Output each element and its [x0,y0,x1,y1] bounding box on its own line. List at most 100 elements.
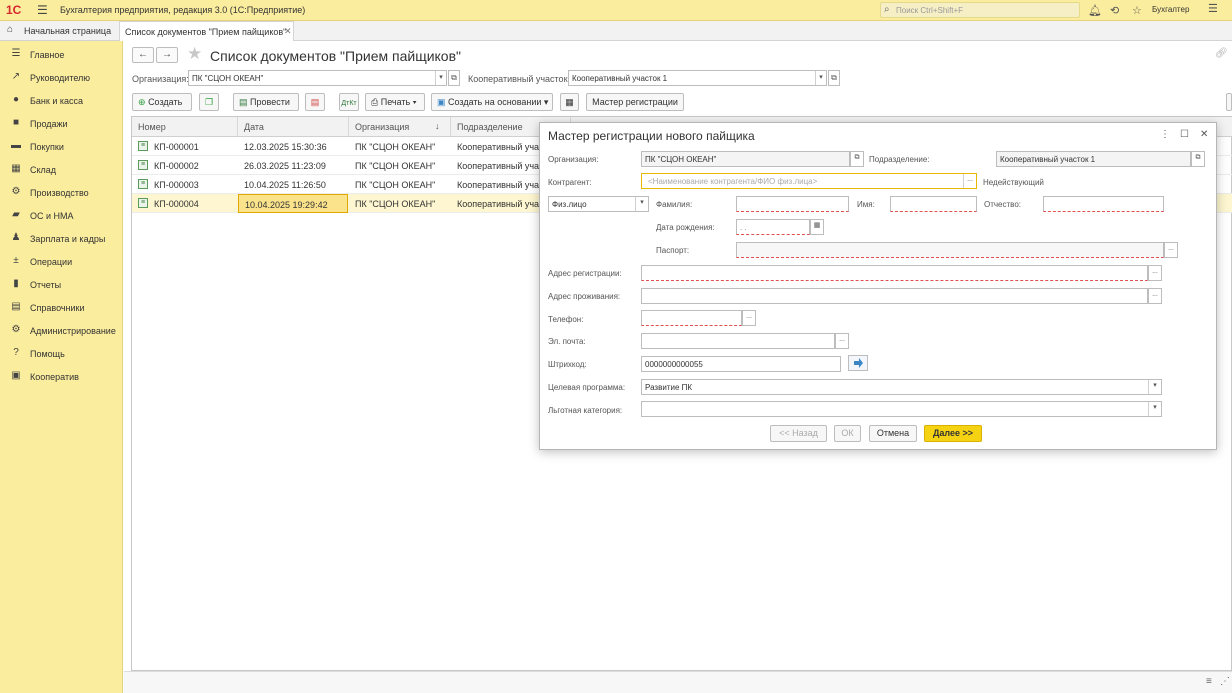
person-type-value: Физ.лицо [552,200,587,209]
resize-grip-icon[interactable]: ⋰ [1220,676,1230,687]
report-button[interactable]: ▦ [560,93,579,111]
sort-arrow-icon[interactable]: ↓ [435,121,440,131]
barcode-value: 0000000000055 [645,360,703,369]
sidebar-item-salary[interactable]: ♟ Зарплата и кадры [0,227,123,250]
sidebar-item-assets[interactable]: ▰ ОС и НМА [0,204,123,227]
plot-filter-field[interactable]: Кооперативный участок 1 ▾ [568,70,827,86]
patronymic-field[interactable] [1043,196,1164,212]
person-type-select[interactable]: Физ.лицо ▾ [548,196,649,212]
star-icon[interactable]: ☆ [1132,4,1142,17]
tab-home[interactable]: ⌂ Начальная страница [0,21,118,41]
counterparty-placeholder: <Наименование контрагента/ФИО физ.лица> [648,177,818,186]
select-counterparty-icon[interactable]: ... [963,174,976,188]
link-icon[interactable]: 🔗︎ [1215,48,1228,59]
tab-documents-list[interactable]: Список документов "Прием пайщиков" ✕ [119,21,294,41]
global-search-input[interactable]: ⌕ Поиск Ctrl+Shift+F [880,2,1080,18]
maximize-icon[interactable]: ☐ [1180,129,1189,140]
sidebar-item-label: Справочники [30,303,85,313]
print-button[interactable]: ⎙ Печать ▾ [365,93,425,111]
sidebar-item-purchases[interactable]: ▬ Покупки [0,135,123,158]
birthdate-label: Дата рождения: [656,223,715,232]
first-name-field[interactable] [890,196,977,212]
more-actions-button[interactable] [1226,93,1232,111]
create-based-button[interactable]: ▣ Создать на основании ▾ [431,93,553,111]
open-org-icon[interactable]: ⧉ [448,70,460,86]
close-dialog-icon[interactable]: ✕ [1200,129,1208,140]
sidebar-item-sales[interactable]: ■ Продажи [0,112,123,135]
program-select[interactable]: Развитие ПК ▾ [641,379,1162,395]
more-options-icon[interactable]: ⋮ [1160,129,1170,140]
barcode-action-button[interactable] [848,355,868,371]
cell-organization: ПК "СЦОН ОКЕАН" [355,142,436,152]
chevron-down-icon[interactable]: ▾ [1148,380,1161,394]
next-button[interactable]: Далее >> [924,425,982,442]
org-field[interactable]: ПК "СЦОН ОКЕАН" [641,151,850,167]
reg-address-field[interactable] [641,265,1148,281]
open-org-icon[interactable]: ⧉ [850,151,864,167]
scroll-to-end-icon[interactable]: ≡ [1206,676,1212,687]
select-phone-icon[interactable]: ... [742,310,756,326]
counterparty-field[interactable]: <Наименование контрагента/ФИО физ.лица> … [641,173,977,189]
cell-number: КП-000004 [154,199,199,209]
history-icon[interactable]: ⟲ [1110,4,1119,17]
wizard-button[interactable]: Мастер регистрации [586,93,684,111]
calendar-icon[interactable]: ▦ [810,219,824,235]
report-icon: ▦ [565,97,574,107]
close-tab-icon[interactable]: ✕ [284,26,292,37]
open-plot-icon[interactable]: ⧉ [828,70,840,86]
barcode-field[interactable]: 0000000000055 [641,356,841,372]
cancel-button[interactable]: Отмена [869,425,917,442]
hamburger-menu-icon[interactable]: ☰ [37,3,48,17]
division-field[interactable]: Кооперативный участок 1 [996,151,1191,167]
create-button[interactable]: ⊕ Создать [132,93,192,111]
unpost-button[interactable]: ▤ [305,93,325,111]
ok-button[interactable]: ОК [834,425,861,442]
sidebar-item-warehouse[interactable]: ▦ Склад [0,158,123,181]
column-header-number[interactable]: Номер [132,117,238,137]
warehouse-icon: ▦ [11,163,21,174]
sidebar-item-main[interactable]: ☰ Главное [0,43,123,66]
sidebar-item-label: Склад [30,165,57,175]
passport-label: Паспорт: [656,246,690,255]
back-button[interactable]: << Назад [770,425,827,442]
chevron-down-icon[interactable]: ▾ [1148,402,1161,416]
sidebar-item-manager[interactable]: ↗ Руководителю [0,66,123,89]
sidebar-item-production[interactable]: ⚙ Производство [0,181,123,204]
chevron-down-icon[interactable]: ▾ [435,71,446,85]
select-live-address-icon[interactable]: ... [1148,288,1162,304]
debit-credit-button[interactable]: ДтКт [339,93,359,111]
sidebar-item-cooperative[interactable]: ▣ Кооператив [0,365,123,388]
sidebar-item-label: Продажи [30,119,68,129]
copy-button[interactable]: ❐ [199,93,219,111]
select-passport-icon[interactable]: ... [1164,242,1178,258]
email-field[interactable] [641,333,835,349]
benefit-select[interactable]: ▾ [641,401,1162,417]
org-filter-field[interactable]: ПК "СЦОН ОКЕАН" ▾ [188,70,447,86]
select-email-icon[interactable]: ... [835,333,849,349]
open-division-icon[interactable]: ⧉ [1191,151,1205,167]
passport-field[interactable] [736,242,1164,258]
sidebar-item-reports[interactable]: ▮ Отчеты [0,273,123,296]
email-label: Эл. почта: [548,337,586,346]
phone-field[interactable] [641,310,742,326]
sidebar-item-operations[interactable]: ± Операции [0,250,123,273]
sidebar-item-admin[interactable]: ⚙ Администрирование [0,319,123,342]
settings-menu-icon[interactable]: ☰ [1208,2,1218,15]
column-header-date[interactable]: Дата [238,117,349,137]
chevron-down-icon[interactable]: ▾ [815,71,826,85]
sidebar-item-bank[interactable]: ● Банк и касса [0,89,123,112]
arrow-right-icon [854,358,863,368]
user-name[interactable]: Бухгалтер [1152,5,1189,14]
select-reg-address-icon[interactable]: ... [1148,265,1162,281]
chevron-down-icon[interactable]: ▾ [635,197,648,211]
surname-field[interactable] [736,196,849,212]
favorite-star-icon[interactable]: ★ [187,44,202,64]
sidebar-item-catalogs[interactable]: ▤ Справочники [0,296,123,319]
birthdate-field[interactable]: . . [736,219,810,235]
back-nav-button[interactable]: ← [132,47,154,63]
bell-icon[interactable]: 🔔︎ [1088,4,1102,17]
live-address-field[interactable] [641,288,1148,304]
post-button[interactable]: ▤ Провести [233,93,299,111]
sidebar-item-help[interactable]: ? Помощь [0,342,123,365]
forward-nav-button[interactable]: → [156,47,178,63]
